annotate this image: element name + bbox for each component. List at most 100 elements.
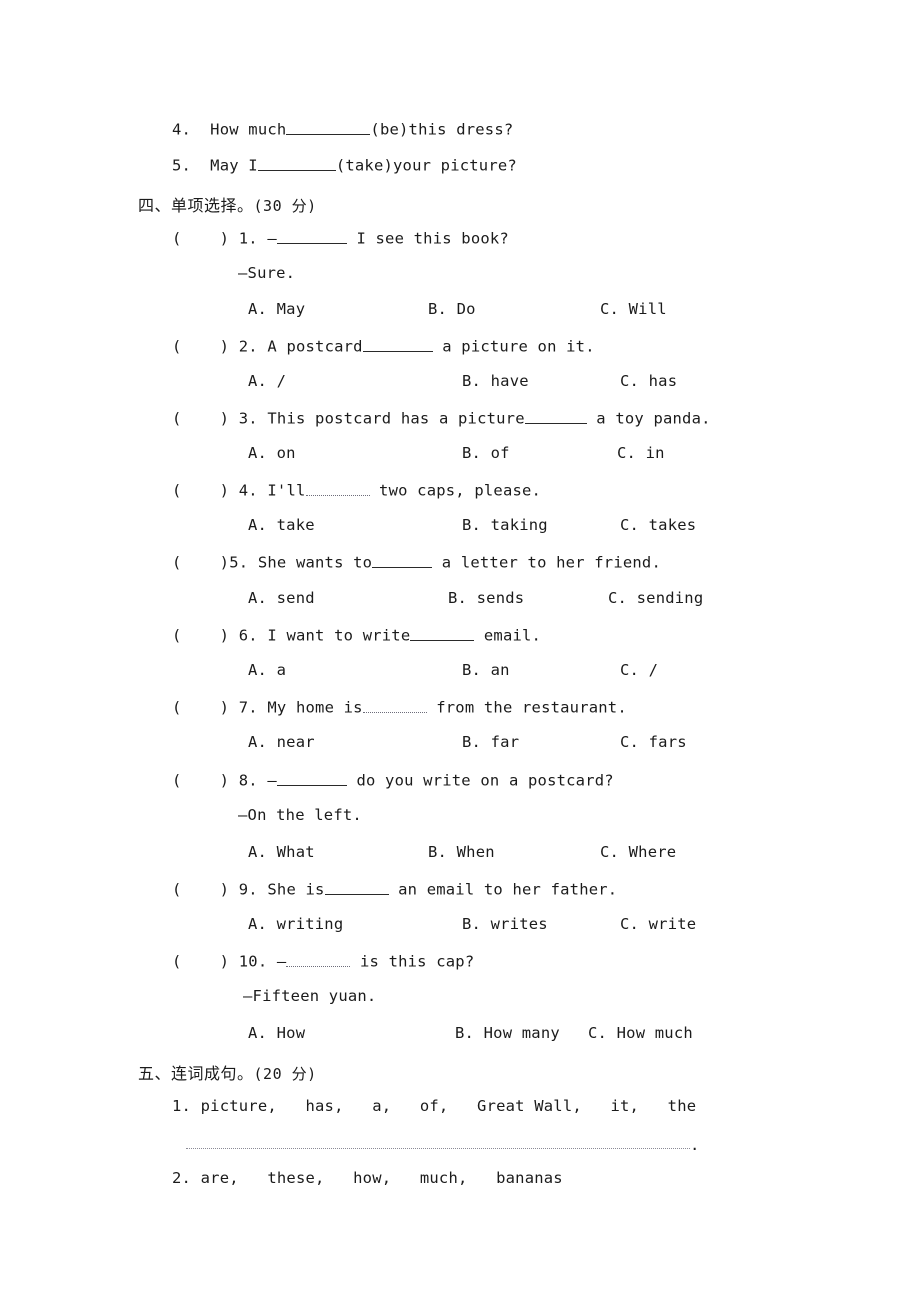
option-text: near [276,733,315,751]
option-b[interactable]: B. writes [462,915,548,933]
sp [191,1097,201,1115]
reorder-answer-rule-1[interactable] [186,1148,690,1149]
sp [267,915,277,933]
question-stem-before: My home is [267,698,363,717]
option-a[interactable]: A. How [248,1024,305,1042]
answer-blank[interactable] [276,770,347,786]
answer-blank[interactable] [276,228,347,244]
option-text: far [490,733,520,751]
section-four-score: (30 分) [253,197,317,215]
option-key: C. [608,589,628,607]
answer-blank[interactable] [372,552,433,568]
question-number: 4. [238,481,258,500]
sp [639,661,649,679]
answer-bracket[interactable]: ( ) [172,554,229,572]
sp [267,1024,277,1042]
question-stem-after: is this cap? [350,952,475,971]
question-number: 8. [238,771,258,790]
option-c[interactable]: C. write [620,915,696,933]
fill-in-item-5: 5. May I (take)your picture? [172,155,517,175]
answer-bracket[interactable]: ( ) [172,881,229,899]
option-a[interactable]: A. take [248,516,315,534]
option-key: A. [248,589,268,607]
option-b[interactable]: B. When [428,843,495,861]
question-stem-after: email. [474,626,542,645]
answer-bracket[interactable]: ( ) [172,627,229,645]
answer-bracket[interactable]: ( ) [172,482,229,500]
option-key: C. [588,1024,608,1042]
item-words: picture, has, a, of, Great Wall, it, the [200,1097,697,1115]
answer-blank[interactable] [305,480,370,496]
option-b[interactable]: B. taking [462,516,548,534]
sp [619,843,629,861]
option-a[interactable]: A. send [248,589,315,607]
option-text: take [276,516,315,534]
item-text-before [191,121,210,139]
answer-bracket[interactable]: ( ) [172,338,229,356]
question-stem-after: a picture on it. [432,337,595,356]
option-a[interactable]: A. / [248,372,286,390]
answer-blank[interactable] [362,697,427,713]
option-text: of [490,444,510,462]
answer-bracket[interactable]: ( ) [172,953,229,971]
answer-blank[interactable] [524,408,587,424]
answer-blank[interactable] [410,625,475,641]
answer-blank[interactable] [257,155,336,171]
option-c[interactable]: C. Will [600,300,667,318]
option-key: C. [600,843,620,861]
answer-blank[interactable] [286,951,351,967]
option-text: send [276,589,315,607]
question-number: 6. [238,626,258,645]
answer-bracket[interactable]: ( ) [172,772,229,790]
answer-blank[interactable] [286,119,371,135]
option-c[interactable]: C. takes [620,516,696,534]
answer-bracket[interactable]: ( ) [172,699,229,717]
option-b[interactable]: B. an [462,661,510,679]
question-stem-after: I see this book? [346,229,509,248]
option-b[interactable]: B. have [462,372,529,390]
option-b[interactable]: B. sends [448,589,524,607]
option-text: in [645,444,665,462]
option-a[interactable]: A. a [248,661,286,679]
item-number: 1. [172,1097,192,1115]
section-five-heading: 五、连词成句。(20 分) [138,1060,317,1084]
sp [467,589,477,607]
question-stem-before: — [276,952,287,971]
answer-blank[interactable] [362,336,433,352]
option-c[interactable]: C. How much [588,1024,693,1042]
answer-blank[interactable] [324,879,389,895]
answer-bracket[interactable]: ( ) [172,410,229,428]
option-c[interactable]: C. in [617,444,665,462]
option-c[interactable]: C. / [620,661,658,679]
option-a[interactable]: A. What [248,843,315,861]
question-5: ( )5. She wants to a letter to her frien… [172,552,661,572]
option-a[interactable]: A. writing [248,915,343,933]
option-b[interactable]: B. far [462,733,519,751]
option-b[interactable]: B. Do [428,300,476,318]
option-key: A. [248,843,268,861]
option-c[interactable]: C. Where [600,843,676,861]
option-a[interactable]: A. near [248,733,315,751]
section-four-heading: 四、单项选择。(30 分) [138,192,317,216]
sp [447,843,457,861]
option-b[interactable]: B. How many [455,1024,560,1042]
option-a[interactable]: A. May [248,300,305,318]
option-a[interactable]: A. on [248,444,296,462]
option-b[interactable]: B. of [462,444,510,462]
option-c[interactable]: C. fars [620,733,687,751]
sp [607,1024,617,1042]
sp [636,444,646,462]
answer-bracket[interactable]: ( ) [172,230,229,248]
option-c[interactable]: C. has [620,372,677,390]
option-text: sending [636,589,704,607]
question-stem-before: A postcard [267,337,363,356]
question-8: ( ) 8. — do you write on a postcard? [172,770,614,790]
question-number: 1. [238,229,258,248]
section-four-title: 四、单项选择。 [138,196,254,215]
option-c[interactable]: C. sending [608,589,703,607]
